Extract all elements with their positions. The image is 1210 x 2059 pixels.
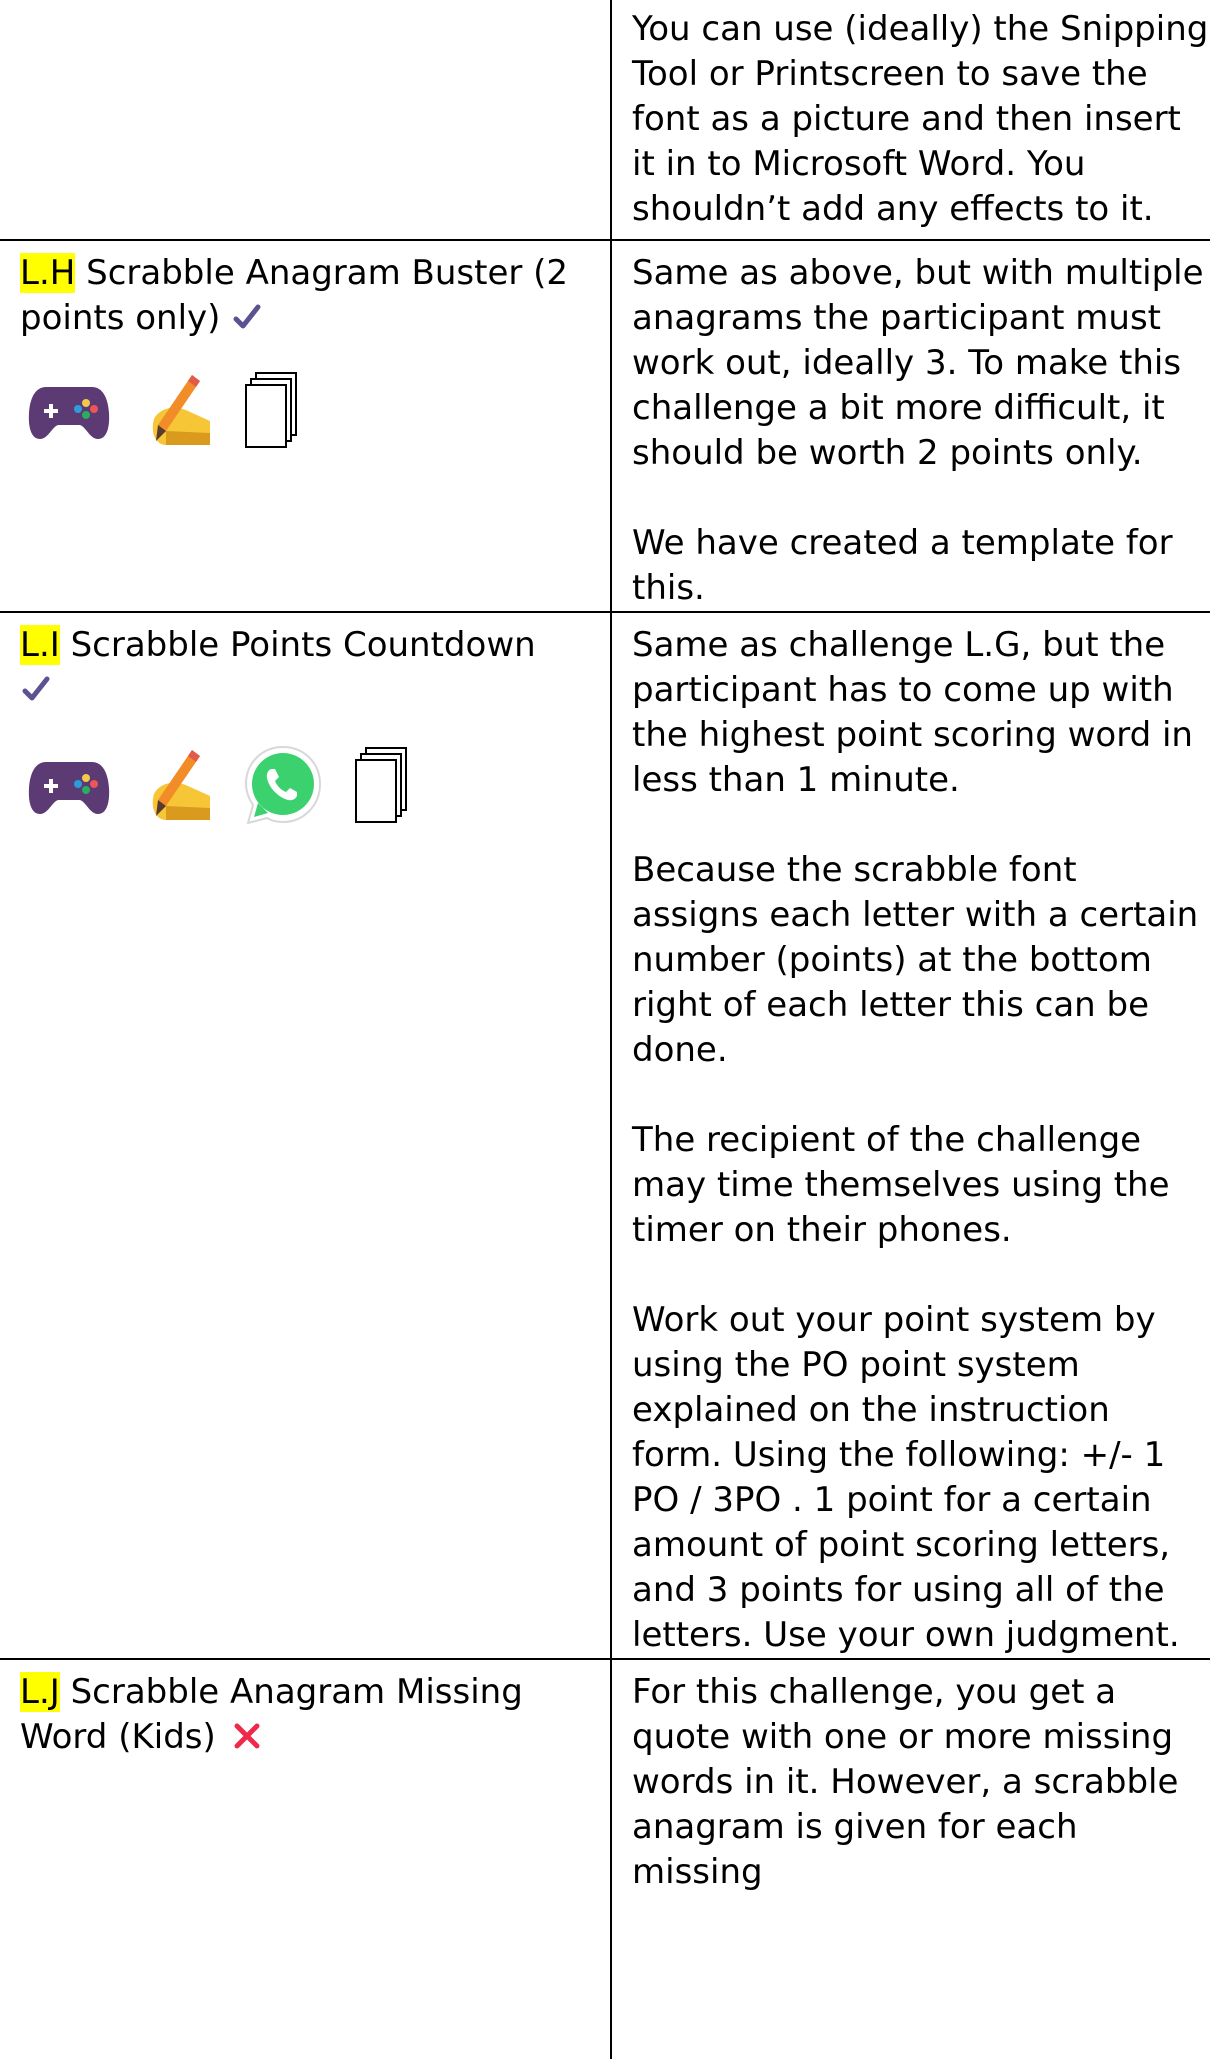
- game-controller-icon: [28, 387, 110, 439]
- challenge-name: Scrabble Points Countdown: [70, 625, 536, 665]
- challenge-code: L.I: [20, 625, 60, 665]
- check-mark-icon: [22, 676, 50, 701]
- challenge-name: Scrabble Anagram Missing Word (Kids): [20, 1672, 523, 1757]
- challenge-code: L.H: [20, 253, 76, 293]
- table-row: You can use (ideally) the Snipping Tool …: [0, 0, 1210, 241]
- game-controller-icon: [28, 762, 110, 814]
- copy-pages-icon: [245, 372, 297, 448]
- description-paragraph: Same as challenge L.G, but the participa…: [632, 625, 1193, 800]
- table-row: L.J Scrabble Anagram Missing Word (Kids)…: [0, 1658, 1210, 2059]
- copy-pages-icon: [355, 747, 407, 823]
- description-paragraph: Because the scrabble font assigns each l…: [632, 850, 1199, 1070]
- challenge-table: You can use (ideally) the Snipping Tool …: [0, 0, 1210, 2059]
- cross-mark-icon: [234, 1723, 260, 1749]
- description-paragraph: The recipient of the challenge may time …: [632, 1120, 1170, 1250]
- challenge-description-cell: For this challenge, you get a quote with…: [610, 1658, 1210, 2059]
- description-paragraph: You can use (ideally) the Snipping Tool …: [632, 9, 1209, 229]
- description-paragraph: Work out your point system by using the …: [632, 1300, 1180, 1655]
- challenge-title-cell: [0, 0, 612, 241]
- challenge-description-cell: Same as challenge L.G, but the participa…: [610, 611, 1210, 1660]
- whatsapp-icon: [244, 745, 322, 825]
- challenge-description-cell: You can use (ideally) the Snipping Tool …: [610, 0, 1210, 241]
- challenge-title: L.J Scrabble Anagram Missing Word (Kids): [20, 1670, 590, 1760]
- writing-hand-icon: [152, 750, 210, 820]
- challenge-name: Scrabble Anagram Buster (2 points only): [20, 253, 569, 338]
- writing-hand-icon: [152, 375, 210, 445]
- description-paragraph: We have created a template for this.: [632, 523, 1173, 608]
- table-row: L.I Scrabble Points Countdown Same as ch…: [0, 611, 1210, 1660]
- challenge-title: L.H Scrabble Anagram Buster (2 points on…: [20, 251, 590, 341]
- check-mark-icon: [233, 304, 261, 329]
- description-paragraph: Same as above, but with multiple anagram…: [632, 253, 1204, 473]
- challenge-title-cell: L.J Scrabble Anagram Missing Word (Kids): [0, 1658, 612, 2059]
- challenge-code: L.J: [20, 1672, 60, 1712]
- icon-row: [26, 743, 590, 829]
- challenge-title: L.I Scrabble Points Countdown: [20, 623, 590, 713]
- challenge-title-cell: L.H Scrabble Anagram Buster (2 points on…: [0, 239, 612, 613]
- challenge-description-cell: Same as above, but with multiple anagram…: [610, 239, 1210, 613]
- table-row: L.H Scrabble Anagram Buster (2 points on…: [0, 239, 1210, 613]
- icon-row: [26, 371, 590, 451]
- description-paragraph: For this challenge, you get a quote with…: [632, 1672, 1179, 1892]
- challenge-title-cell: L.I Scrabble Points Countdown: [0, 611, 612, 1660]
